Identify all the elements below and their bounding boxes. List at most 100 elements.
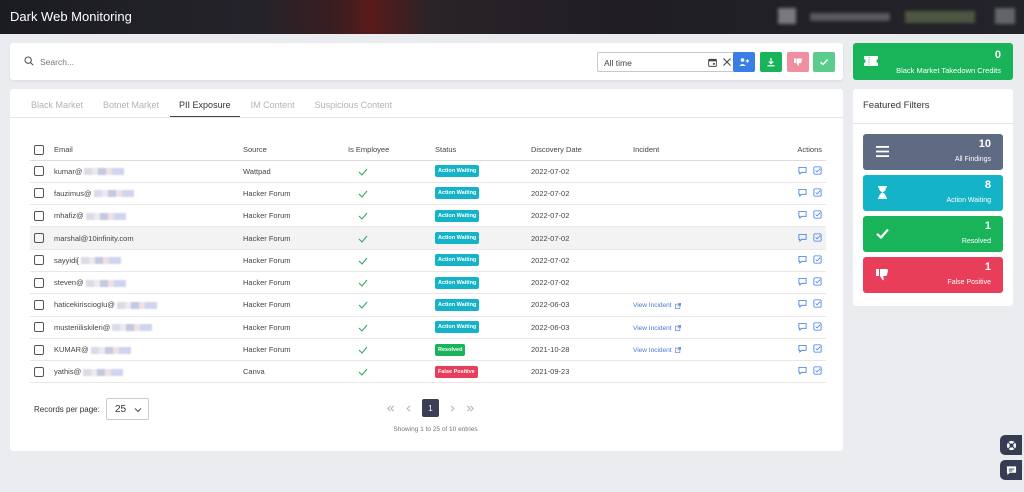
row-checkbox[interactable] <box>34 210 44 221</box>
redacted-text <box>93 190 134 198</box>
comment-icon[interactable] <box>798 366 807 376</box>
view-incident-link[interactable]: View Incident <box>633 325 681 332</box>
filter-false-positive[interactable]: 1 False Positive <box>863 257 1003 293</box>
comment-icon[interactable] <box>798 233 807 242</box>
comment-icon[interactable] <box>798 210 807 220</box>
table-row: musteriiliskileri@ Hacker Forum Action Wai… <box>30 316 826 339</box>
email-cell: steven@ <box>54 278 84 288</box>
tab-im-content[interactable]: IM Content <box>242 97 304 117</box>
calendar-icon[interactable] <box>708 58 717 67</box>
view-incident-link[interactable]: View Incident <box>633 347 681 354</box>
takedown-credits-card[interactable]: 0 Black Market Takedown Credits <box>853 43 1013 80</box>
column-header-is-employee[interactable]: Is Employee <box>344 140 431 161</box>
tab-botnet-market[interactable]: Botnet Market <box>94 97 168 117</box>
filter-count: 10 <box>978 138 991 150</box>
tab-pii-exposure[interactable]: PII Exposure <box>170 97 240 117</box>
filter-resolved[interactable]: 1 Resolved <box>863 216 1003 252</box>
edit-status-icon[interactable] <box>813 233 822 242</box>
email-cell: fauzimus@ <box>54 188 92 198</box>
check-icon <box>820 59 829 66</box>
filter-count: 1 <box>984 220 991 232</box>
user-assign-icon <box>739 58 749 66</box>
close-icon[interactable] <box>722 57 732 67</box>
email-cell: musteriiliskileri@ <box>54 322 111 332</box>
comment-icon[interactable] <box>798 277 807 287</box>
edit-status-icon[interactable] <box>813 188 822 197</box>
row-checkbox[interactable] <box>34 233 44 244</box>
check-icon <box>358 190 368 198</box>
edit-status-icon[interactable] <box>813 255 822 264</box>
source-cell: Hacker Forum <box>239 293 344 317</box>
filter-label: False Positive <box>947 279 991 286</box>
discovery-date-cell: 2021-10-28 <box>527 338 629 362</box>
edit-status-icon[interactable] <box>813 344 822 353</box>
discovery-date-cell: 2022-07-02 <box>527 226 629 250</box>
blurred-user-area <box>995 8 1015 24</box>
external-link-icon <box>674 302 681 309</box>
comment-icon[interactable] <box>798 299 807 309</box>
table-row: kumar@ Wattpad Action Waiting 2022-07-02 <box>30 160 826 183</box>
row-checkbox[interactable] <box>34 277 44 288</box>
next-page-icon[interactable] <box>448 404 457 413</box>
search-input[interactable] <box>40 53 560 70</box>
row-checkbox[interactable] <box>34 166 44 177</box>
table-row: fauzimus@ Hacker Forum Action Waiting 2022-… <box>30 182 826 206</box>
filter-count: 1 <box>984 261 991 273</box>
comment-icon[interactable] <box>798 188 807 197</box>
row-actions <box>798 277 822 287</box>
comment-icon[interactable] <box>798 344 807 354</box>
chat-button[interactable] <box>1000 460 1022 480</box>
column-header-source[interactable]: Source <box>239 140 344 161</box>
row-checkbox[interactable] <box>34 188 44 199</box>
last-page-icon[interactable] <box>466 404 475 413</box>
comment-icon[interactable] <box>798 255 807 264</box>
row-checkbox[interactable] <box>34 299 44 310</box>
column-header-incident: Incident <box>629 140 769 161</box>
app-title: Dark Web Monitoring <box>10 9 132 24</box>
redacted-text <box>116 301 157 309</box>
mark-resolved-button[interactable] <box>813 52 835 72</box>
status-badge: Action Waiting <box>435 165 480 178</box>
row-actions <box>798 322 822 331</box>
download-button[interactable] <box>760 52 782 72</box>
comment-icon[interactable] <box>798 322 807 331</box>
current-page-button[interactable]: 1 <box>422 399 439 417</box>
column-header-discovery-date[interactable]: Discovery Date <box>527 140 629 161</box>
source-cell: Wattpad <box>239 160 344 183</box>
records-per-page-select[interactable]: 25 <box>106 398 149 420</box>
search-toolbar: All time <box>10 43 843 80</box>
comment-icon[interactable] <box>798 166 807 175</box>
previous-page-icon[interactable] <box>404 404 413 413</box>
filter-all-findings[interactable]: 10 All Findings <box>863 134 1003 170</box>
edit-status-icon[interactable] <box>813 277 822 286</box>
mark-false-positive-button[interactable] <box>787 52 809 72</box>
row-checkbox[interactable] <box>34 344 44 355</box>
select-all-checkbox[interactable] <box>34 144 44 155</box>
column-header-status[interactable]: Status <box>431 140 527 161</box>
filter-action-waiting[interactable]: 8 Action Waiting <box>863 175 1003 211</box>
tab-black-market[interactable]: Black Market <box>22 97 92 117</box>
row-checkbox[interactable] <box>34 322 44 333</box>
edit-status-icon[interactable] <box>813 322 822 331</box>
row-actions <box>798 166 822 175</box>
first-page-icon[interactable] <box>386 404 395 413</box>
edit-status-icon[interactable] <box>813 210 822 219</box>
support-button[interactable] <box>1000 435 1022 455</box>
edit-status-icon[interactable] <box>813 299 822 308</box>
view-incident-link[interactable]: View Incident <box>633 302 681 309</box>
list-icon <box>876 146 889 157</box>
column-header-email[interactable]: Email <box>50 140 239 161</box>
chevron-down-icon <box>134 408 142 413</box>
table-row: haticekirisciogIu@ Hacker Forum Action Wai… <box>30 293 826 317</box>
row-checkbox[interactable] <box>34 255 44 266</box>
status-badge: False Positive <box>435 365 478 378</box>
discovery-date-cell: 2022-07-02 <box>527 182 629 206</box>
assign-button[interactable] <box>733 52 755 72</box>
date-range-picker[interactable]: All time <box>597 52 737 72</box>
edit-status-icon[interactable] <box>813 166 822 175</box>
edit-status-icon[interactable] <box>813 366 822 375</box>
thumbs-down-icon <box>876 269 888 281</box>
row-checkbox[interactable] <box>34 366 44 377</box>
tab-suspicious-content[interactable]: Suspicious Content <box>306 97 402 117</box>
column-header-actions: Actions <box>769 140 826 161</box>
